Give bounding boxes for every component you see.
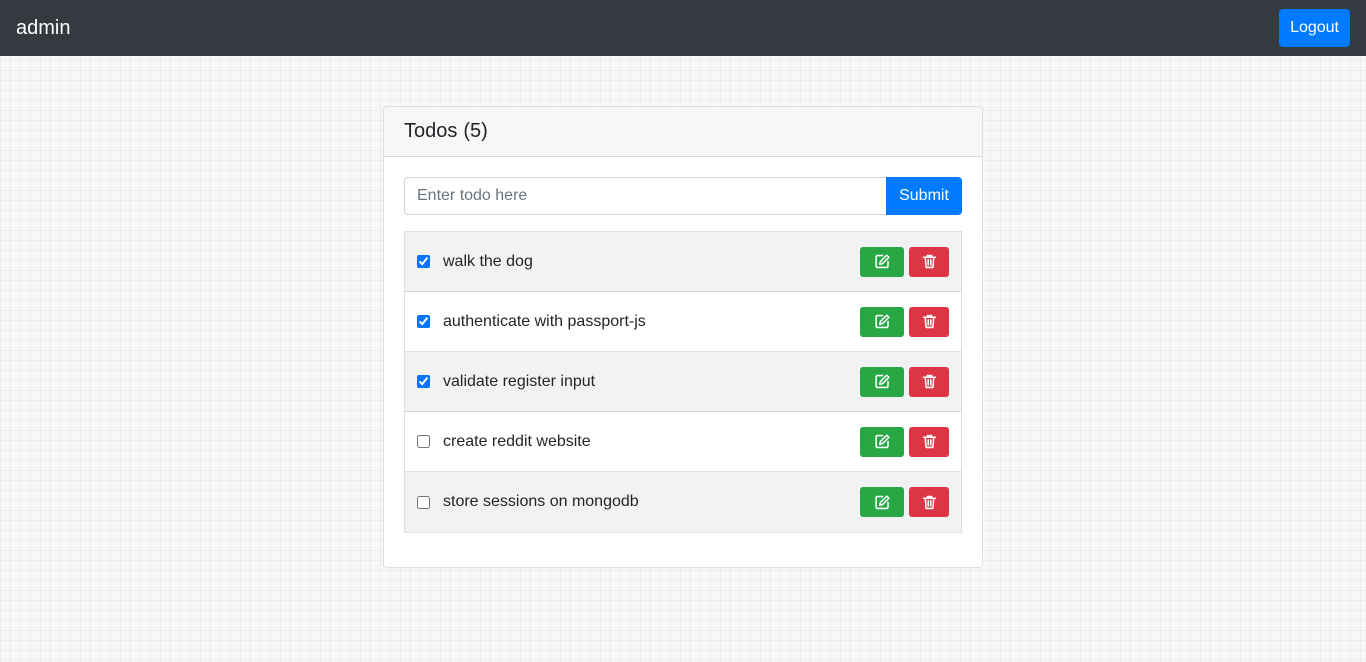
logout-button[interactable]: Logout	[1279, 9, 1350, 47]
edit-icon	[874, 373, 891, 390]
edit-button[interactable]	[860, 426, 904, 457]
todo-list: walk the dog authenticate with passport-j…	[404, 231, 962, 533]
trash-icon	[921, 253, 938, 270]
todo-checkbox[interactable]	[417, 375, 430, 388]
todo-actions	[860, 246, 949, 277]
edit-icon	[874, 494, 891, 511]
todo-checkbox[interactable]	[417, 495, 430, 509]
navbar-brand: admin	[16, 16, 71, 39]
todo-text: validate register input	[443, 372, 596, 390]
edit-icon	[874, 433, 891, 450]
todo-actions	[860, 426, 949, 457]
delete-button[interactable]	[909, 487, 949, 517]
edit-button[interactable]	[860, 306, 904, 337]
trash-icon	[921, 373, 938, 390]
trash-icon	[921, 433, 938, 450]
todo-checkbox[interactable]	[417, 435, 430, 448]
edit-icon	[874, 253, 891, 270]
todos-card: Todos (5) Submit walk the dog authenticat…	[383, 106, 983, 568]
edit-button[interactable]	[860, 487, 904, 517]
todo-item: authenticate with passport-js	[405, 292, 961, 352]
card-title: Todos	[404, 120, 458, 142]
trash-icon	[921, 494, 938, 511]
todo-text: walk the dog	[443, 252, 533, 270]
edit-icon	[874, 313, 891, 330]
trash-icon	[921, 313, 938, 330]
edit-button[interactable]	[860, 246, 904, 277]
todo-count: (5)	[463, 120, 488, 142]
todo-item: validate register input	[405, 352, 961, 412]
delete-button[interactable]	[909, 306, 949, 337]
delete-button[interactable]	[909, 366, 949, 397]
todo-text: store sessions on mongodb	[443, 493, 639, 510]
todo-text: authenticate with passport-js	[443, 312, 646, 330]
submit-button[interactable]: Submit	[886, 177, 962, 215]
todo-item: walk the dog	[405, 232, 961, 292]
todo-text: create reddit website	[443, 432, 591, 450]
edit-button[interactable]	[860, 366, 904, 397]
todo-actions	[860, 366, 949, 397]
card-body: Submit walk the dog authenticate with pas…	[384, 157, 982, 553]
todo-checkbox[interactable]	[417, 315, 430, 328]
todo-input[interactable]	[404, 177, 886, 215]
todo-form: Submit	[404, 177, 962, 215]
delete-button[interactable]	[909, 246, 949, 277]
todo-actions	[860, 306, 949, 337]
navbar: admin Logout	[0, 0, 1366, 56]
delete-button[interactable]	[909, 426, 949, 457]
card-header: Todos (5)	[384, 107, 982, 157]
todo-actions	[860, 487, 949, 517]
todo-checkbox[interactable]	[417, 255, 430, 268]
todo-item: store sessions on mongodb	[405, 472, 961, 532]
todo-item: create reddit website	[405, 412, 961, 472]
